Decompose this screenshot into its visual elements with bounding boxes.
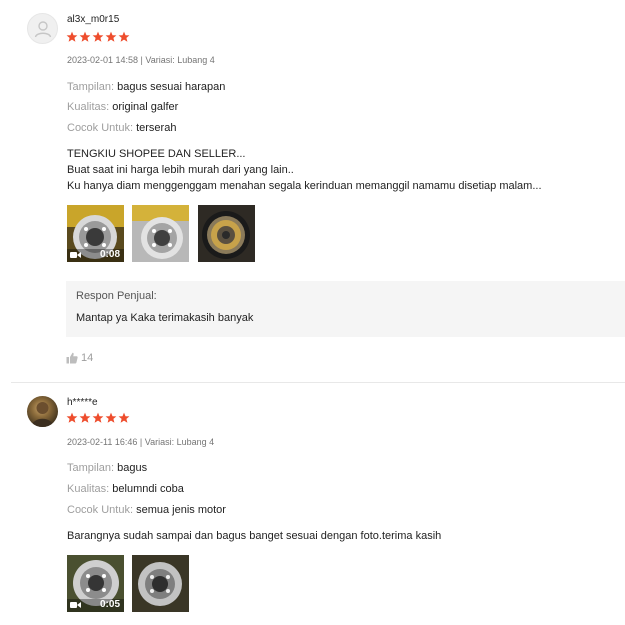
seller-reply: Respon Penjual: Mantap ya Kaka terimakas… bbox=[66, 281, 625, 337]
attribute-value: bagus bbox=[117, 462, 148, 474]
star-icon bbox=[79, 31, 91, 42]
video-duration: 0:08 bbox=[99, 249, 120, 260]
rating-stars bbox=[66, 31, 130, 43]
attribute-key: Tampilan: bbox=[67, 462, 115, 474]
video-duration: 0:05 bbox=[99, 599, 120, 610]
attribute-value: belumndi coba bbox=[112, 483, 184, 495]
review-item: h*****e 2023-02-11 16:46 | Variasi: Luba… bbox=[0, 383, 625, 625]
video-badge bbox=[70, 601, 81, 609]
star-icon bbox=[66, 31, 78, 42]
comment-line: Buat saat ini harga lebih murah dari yan… bbox=[67, 164, 294, 176]
review-username[interactable]: al3x_m0r15 bbox=[67, 14, 119, 25]
user-photo-image bbox=[31, 402, 54, 427]
user-placeholder-icon bbox=[34, 20, 51, 37]
video-camera-icon bbox=[70, 602, 81, 608]
review-meta: 2023-02-01 14:58 | Variasi: Lubang 4 bbox=[67, 55, 215, 65]
attribute-kualitas: Kualitas: belumndi coba bbox=[67, 483, 184, 495]
avatar[interactable] bbox=[27, 396, 58, 427]
avatar[interactable] bbox=[27, 13, 58, 44]
attribute-value: original galfer bbox=[112, 101, 179, 113]
attribute-key: Cocok Untuk: bbox=[67, 122, 134, 134]
video-badge bbox=[70, 251, 81, 259]
brake-disc-image bbox=[132, 555, 189, 612]
seller-reply-title: Respon Penjual: bbox=[76, 290, 157, 302]
star-icon bbox=[105, 31, 117, 42]
review-photo-thumbnail[interactable] bbox=[198, 205, 255, 262]
review-username[interactable]: h*****e bbox=[67, 397, 98, 408]
review-video-thumbnail[interactable]: 0:05 bbox=[67, 555, 124, 612]
brake-disc-image bbox=[132, 205, 189, 262]
attribute-cocok-untuk: Cocok Untuk: terserah bbox=[67, 122, 176, 134]
star-icon bbox=[92, 412, 104, 423]
rating-stars bbox=[66, 412, 130, 424]
review-video-thumbnail[interactable]: 0:08 bbox=[67, 205, 124, 262]
attribute-key: Kualitas: bbox=[67, 483, 110, 495]
like-button[interactable]: 14 bbox=[66, 352, 93, 364]
attribute-key: Kualitas: bbox=[67, 101, 110, 113]
attribute-tampilan: Tampilan: bagus sesuai harapan bbox=[67, 81, 225, 93]
motorcycle-wheel-image bbox=[198, 205, 255, 262]
attribute-value: terserah bbox=[136, 122, 177, 134]
review-photo-thumbnail[interactable] bbox=[132, 555, 189, 612]
like-count: 14 bbox=[81, 352, 94, 364]
comment-line: Barangnya sudah sampai dan bagus banget … bbox=[67, 530, 442, 542]
star-icon bbox=[66, 412, 78, 423]
review-comment: Barangnya sudah sampai dan bagus banget … bbox=[67, 528, 441, 544]
video-camera-icon bbox=[70, 252, 81, 258]
star-icon bbox=[79, 412, 91, 423]
star-icon bbox=[118, 31, 130, 42]
attribute-key: Cocok Untuk: bbox=[67, 504, 134, 516]
review-comment: TENGKIU SHOPEE DAN SELLER... Buat saat i… bbox=[67, 146, 542, 194]
review-photo-thumbnail[interactable] bbox=[132, 205, 189, 262]
comment-line: Ku hanya diam menggenggam menahan segala… bbox=[67, 180, 542, 192]
attribute-tampilan: Tampilan: bagus bbox=[67, 462, 147, 474]
attribute-value: bagus sesuai harapan bbox=[117, 81, 226, 93]
seller-reply-text: Mantap ya Kaka terimakasih banyak bbox=[76, 312, 254, 324]
review-meta: 2023-02-11 16:46 | Variasi: Lubang 4 bbox=[67, 437, 215, 447]
thumbs-up-icon bbox=[66, 352, 78, 364]
star-icon bbox=[105, 412, 117, 423]
star-icon bbox=[92, 31, 104, 42]
comment-line: TENGKIU SHOPEE DAN SELLER... bbox=[67, 148, 246, 160]
star-icon bbox=[118, 412, 130, 423]
attribute-cocok-untuk: Cocok Untuk: semua jenis motor bbox=[67, 504, 226, 516]
attribute-key: Tampilan: bbox=[67, 81, 115, 93]
attribute-kualitas: Kualitas: original galfer bbox=[67, 101, 178, 113]
attribute-value: semua jenis motor bbox=[136, 504, 226, 516]
review-item: al3x_m0r15 2023-02-01 14:58 | Variasi: L… bbox=[0, 0, 625, 383]
